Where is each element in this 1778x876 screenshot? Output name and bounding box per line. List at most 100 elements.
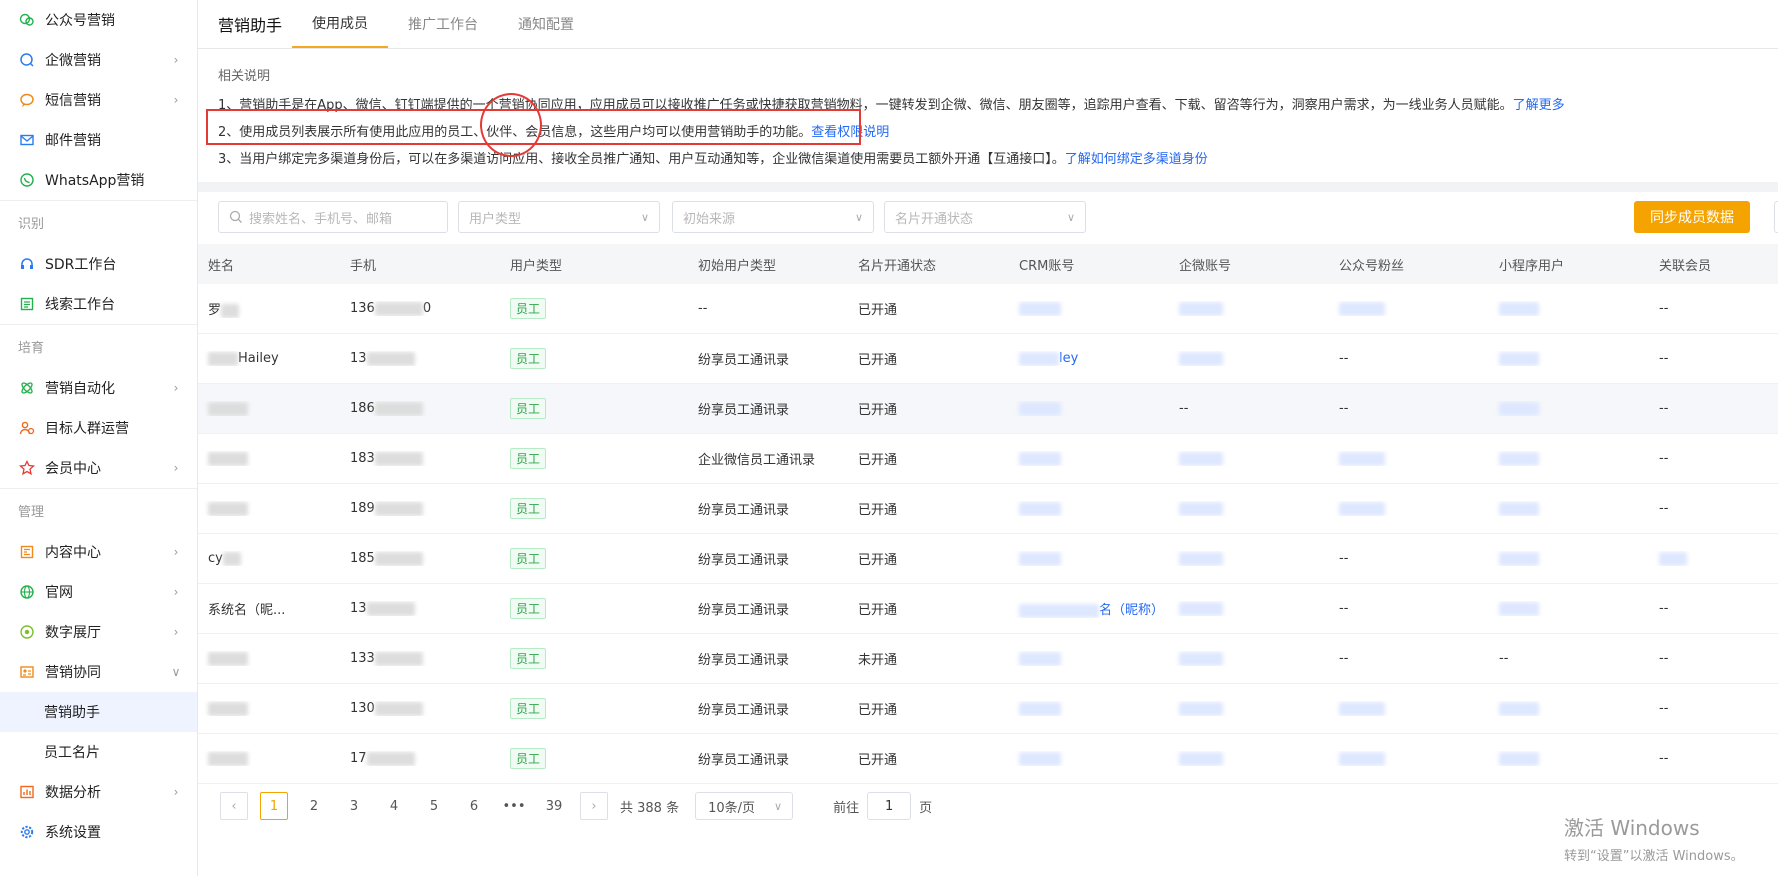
cell-official-fans[interactable]: -- (1329, 351, 1489, 366)
sync-members-button[interactable]: 同步成员数据 (1634, 201, 1750, 233)
sidebar-item-wechat-official[interactable]: 公众号营销 (0, 0, 197, 40)
table-row[interactable]: 189 员工 纷享员工通讯录 已开通 -- (198, 484, 1778, 534)
cell-linked-member[interactable]: -- (1649, 751, 1778, 766)
page-ellipsis[interactable]: ••• (500, 792, 528, 820)
cell-official-fans[interactable]: -- (1329, 401, 1489, 416)
sidebar-item-analytics[interactable]: 数据分析 › (0, 772, 197, 812)
bind-channel-link[interactable]: 了解如何绑定多渠道身份 (1065, 152, 1208, 167)
cell-linked-member[interactable]: -- (1649, 651, 1778, 666)
cell-wecom-account[interactable] (1169, 451, 1329, 466)
table-row[interactable]: 130 员工 纷享员工通讯录 已开通 -- (198, 684, 1778, 734)
cell-official-fans[interactable]: -- (1329, 601, 1489, 616)
sidebar-item-collab[interactable]: 营销协同 ∨ (0, 652, 197, 692)
table-row[interactable]: 183 员工 企业微信员工通讯录 已开通 -- (198, 434, 1778, 484)
card-status-select[interactable]: 名片开通状态 ∨ (884, 201, 1086, 233)
sidebar-item-sms[interactable]: 短信营销 › (0, 80, 197, 120)
cell-official-fans[interactable] (1329, 751, 1489, 766)
table-row[interactable]: Hailey 13 员工 纷享员工通讯录 已开通 ley -- -- (198, 334, 1778, 384)
cell-official-fans[interactable]: -- (1329, 551, 1489, 566)
sidebar-item-content[interactable]: 内容中心 › (0, 532, 197, 572)
table-row[interactable]: 罗 136 0 员工 -- 已开通 -- (198, 284, 1778, 334)
cell-linked-member[interactable]: -- (1649, 401, 1778, 416)
cell-linked-member[interactable] (1649, 551, 1778, 566)
cell-official-fans[interactable] (1329, 501, 1489, 516)
table-row[interactable]: 186 员工 纷享员工通讯录 已开通 -- -- -- (198, 384, 1778, 434)
next-page-button[interactable]: › (580, 792, 608, 820)
page-button[interactable]: 4 (380, 792, 408, 820)
cell-linked-member[interactable]: -- (1649, 501, 1778, 516)
cell-crm-account[interactable] (1009, 401, 1169, 416)
tab-promotion-workbench[interactable]: 推广工作台 (388, 0, 498, 48)
cell-wecom-account[interactable] (1169, 301, 1329, 316)
sidebar-item-member[interactable]: 会员中心 › (0, 448, 197, 488)
page-button[interactable]: 1 (260, 792, 288, 820)
user-type-select[interactable]: 用户类型 ∨ (458, 201, 660, 233)
cell-wecom-account[interactable] (1169, 701, 1329, 716)
cell-linked-member[interactable]: -- (1649, 351, 1778, 366)
page-button[interactable]: 2 (300, 792, 328, 820)
cell-crm-account[interactable] (1009, 701, 1169, 716)
cell-mini-program-user[interactable] (1489, 601, 1649, 616)
cell-linked-member[interactable]: -- (1649, 451, 1778, 466)
cell-mini-program-user[interactable]: -- (1489, 651, 1649, 666)
page-button[interactable]: 6 (460, 792, 488, 820)
learn-more-link[interactable]: 了解更多 (1513, 98, 1565, 113)
cell-crm-account[interactable] (1009, 651, 1169, 666)
sidebar-item-wecom[interactable]: 企微营销 › (0, 40, 197, 80)
sidebar-item-automation[interactable]: 营销自动化 › (0, 368, 197, 408)
tab-members[interactable]: 使用成员 (292, 0, 389, 48)
sidebar-subitem-employee-card[interactable]: 员工名片 (0, 732, 197, 772)
sidebar-item-whatsapp[interactable]: WhatsApp营销 (0, 160, 197, 200)
cell-wecom-account[interactable] (1169, 601, 1329, 616)
cell-mini-program-user[interactable] (1489, 451, 1649, 466)
cell-crm-account[interactable] (1009, 451, 1169, 466)
sidebar-subitem-marketing-assistant[interactable]: 营销助手 (0, 692, 197, 732)
cell-crm-account[interactable]: 名（昵称） (1009, 599, 1169, 618)
cell-crm-account[interactable] (1009, 751, 1169, 766)
cell-mini-program-user[interactable] (1489, 351, 1649, 366)
sidebar-item-mail[interactable]: 邮件营销 (0, 120, 197, 160)
cell-linked-member[interactable]: -- (1649, 601, 1778, 616)
page-button[interactable]: 5 (420, 792, 448, 820)
cell-official-fans[interactable] (1329, 701, 1489, 716)
cell-linked-member[interactable]: -- (1649, 301, 1778, 316)
cell-official-fans[interactable] (1329, 451, 1489, 466)
cell-mini-program-user[interactable] (1489, 551, 1649, 566)
more-button[interactable] (1774, 201, 1778, 233)
cell-wecom-account[interactable] (1169, 351, 1329, 366)
cell-crm-account[interactable] (1009, 301, 1169, 316)
cell-mini-program-user[interactable] (1489, 501, 1649, 516)
cell-wecom-account[interactable] (1169, 751, 1329, 766)
source-select[interactable]: 初始来源 ∨ (672, 201, 874, 233)
cell-mini-program-user[interactable] (1489, 751, 1649, 766)
sidebar-item-settings[interactable]: 系统设置 (0, 812, 197, 852)
prev-page-button[interactable]: ‹ (220, 792, 248, 820)
cell-wecom-account[interactable] (1169, 501, 1329, 516)
table-row[interactable]: cy 185 员工 纷享员工通讯录 已开通 -- (198, 534, 1778, 584)
goto-page-input[interactable]: 1 (867, 792, 912, 820)
tab-notification-config[interactable]: 通知配置 (498, 0, 594, 48)
sidebar-item-website[interactable]: 官网 › (0, 572, 197, 612)
sidebar-item-audience[interactable]: 目标人群运营 (0, 408, 197, 448)
search-input[interactable]: 搜索姓名、手机号、邮箱 (218, 201, 448, 233)
cell-mini-program-user[interactable] (1489, 401, 1649, 416)
cell-linked-member[interactable]: -- (1649, 701, 1778, 716)
cell-wecom-account[interactable]: -- (1169, 401, 1329, 416)
cell-mini-program-user[interactable] (1489, 701, 1649, 716)
table-row[interactable]: 17 员工 纷享员工通讯录 已开通 -- (198, 734, 1778, 784)
cell-crm-account[interactable] (1009, 551, 1169, 566)
cell-wecom-account[interactable] (1169, 651, 1329, 666)
cell-official-fans[interactable] (1329, 301, 1489, 316)
cell-wecom-account[interactable] (1169, 551, 1329, 566)
sidebar-item-headset[interactable]: SDR工作台 (0, 244, 197, 284)
cell-crm-account[interactable]: ley (1009, 351, 1169, 366)
page-button[interactable]: 39 (540, 792, 568, 820)
cell-crm-account[interactable] (1009, 501, 1169, 516)
page-button[interactable]: 3 (340, 792, 368, 820)
table-row[interactable]: 133 员工 纷享员工通讯录 未开通 -- -- -- (198, 634, 1778, 684)
page-size-select[interactable]: 10条/页 ∨ (695, 792, 794, 820)
cell-official-fans[interactable]: -- (1329, 651, 1489, 666)
sidebar-item-leads[interactable]: 线索工作台 (0, 284, 197, 324)
table-row[interactable]: 系统名（昵... 13 员工 纷享员工通讯录 已开通 名（昵称） -- -- (198, 584, 1778, 634)
cell-mini-program-user[interactable] (1489, 301, 1649, 316)
